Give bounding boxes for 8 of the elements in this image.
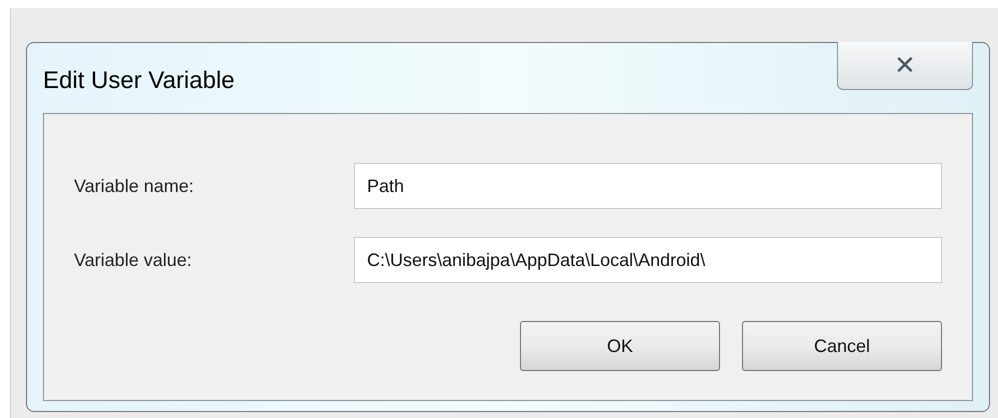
input-field[interactable]: C:\Users\anibajpa\AppData\Local\Android\ xyxy=(354,237,942,283)
field-label: Variable name: xyxy=(74,174,195,198)
cancel-button[interactable]: Cancel xyxy=(742,321,942,371)
close-button[interactable]: ✕ xyxy=(837,42,973,90)
input-field[interactable]: Path xyxy=(354,163,942,209)
window-title: Edit User Variable xyxy=(43,66,235,96)
field-label: Variable value: xyxy=(74,248,193,272)
ok-button[interactable]: OK xyxy=(520,321,720,371)
